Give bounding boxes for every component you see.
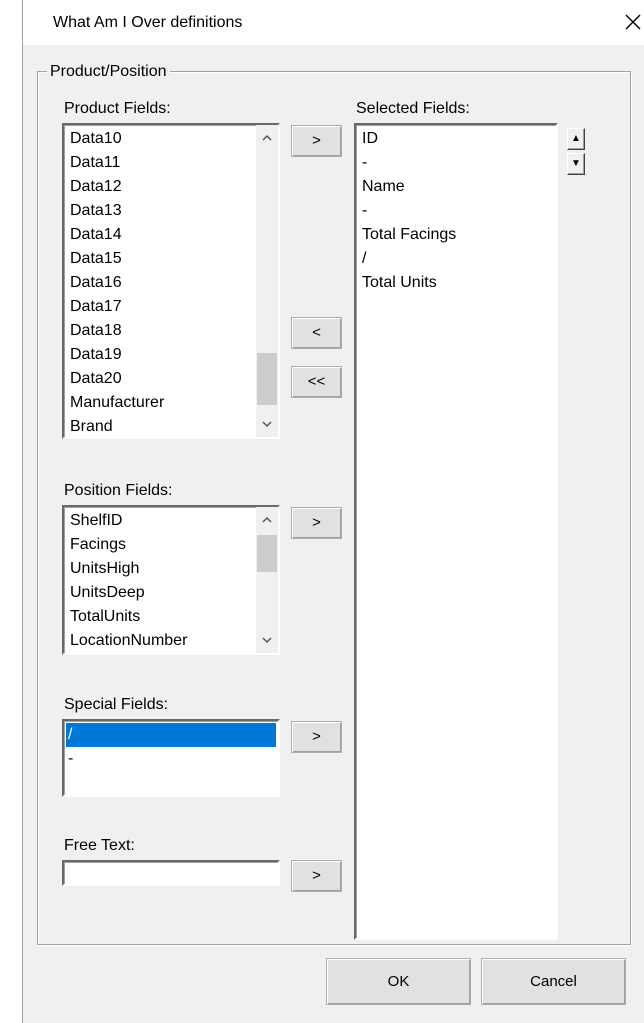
product-field-item[interactable]: Data12 xyxy=(68,175,254,199)
product-field-item[interactable]: Data18 xyxy=(68,319,254,343)
window-left-edge xyxy=(22,0,23,1023)
product-field-item[interactable]: Data16 xyxy=(68,271,254,295)
position-field-item[interactable]: UnitsHigh xyxy=(68,557,254,581)
position-fields-scroll-thumb[interactable] xyxy=(257,535,277,572)
selected-field-item[interactable]: / xyxy=(360,247,552,271)
position-field-item[interactable]: UnitsDeep xyxy=(68,581,254,605)
position-fields-label: Position Fields: xyxy=(64,482,173,499)
special-fields-list[interactable]: / - xyxy=(62,719,280,797)
product-fields-scrollbar[interactable] xyxy=(256,125,278,437)
product-field-item[interactable]: Data19 xyxy=(68,343,254,367)
window-title: What Am I Over definitions xyxy=(53,14,243,31)
product-fields-list[interactable]: Data10 Data11 Data12 Data13 Data14 Data15 Data… xyxy=(62,123,280,439)
cancel-button[interactable]: Cancel xyxy=(481,958,626,1005)
special-fields-label: Special Fields: xyxy=(64,696,169,713)
position-field-item[interactable]: ShelfID xyxy=(68,509,254,533)
remove-all-fields-button[interactable]: << xyxy=(291,366,342,398)
position-field-item[interactable]: TotalUnits xyxy=(68,605,254,629)
ok-button[interactable]: OK xyxy=(326,958,471,1005)
product-field-item[interactable]: Brand xyxy=(68,415,254,437)
triangle-up-icon: ▲ xyxy=(571,133,581,144)
chevron-down-icon[interactable] xyxy=(256,413,278,435)
selected-field-item[interactable]: Name xyxy=(360,175,552,199)
special-field-item[interactable]: / xyxy=(66,723,276,747)
free-text-input[interactable] xyxy=(62,860,280,886)
close-button[interactable] xyxy=(621,10,644,34)
selected-field-item[interactable]: - xyxy=(360,199,552,223)
product-field-item[interactable]: Manufacturer xyxy=(68,391,254,415)
position-field-item[interactable]: LocationNumber xyxy=(68,629,254,653)
move-up-button[interactable]: ▲ xyxy=(567,128,585,150)
product-field-item[interactable]: Data20 xyxy=(68,367,254,391)
chevron-down-icon[interactable] xyxy=(256,629,278,651)
selected-fields-list[interactable]: ID - Name - Total Facings / Total Units xyxy=(354,123,558,940)
selected-field-item[interactable]: Total Facings xyxy=(360,223,552,247)
position-fields-scrollbar[interactable] xyxy=(256,507,278,653)
product-field-item[interactable]: Data10 xyxy=(68,127,254,151)
position-field-item[interactable]: Facings xyxy=(68,533,254,557)
add-free-text-button[interactable]: > xyxy=(291,860,342,892)
selected-fields-label: Selected Fields: xyxy=(356,100,470,117)
selected-field-item[interactable]: ID xyxy=(360,127,552,151)
title-bar: What Am I Over definitions xyxy=(23,0,644,45)
product-fields-scroll-thumb[interactable] xyxy=(257,353,277,405)
window-left-border xyxy=(0,0,22,1023)
product-fields-label: Product Fields: xyxy=(64,100,171,117)
position-fields-list[interactable]: ShelfID Facings UnitsHigh UnitsDeep TotalUni… xyxy=(62,505,280,655)
product-field-item[interactable]: Data11 xyxy=(68,151,254,175)
remove-field-button[interactable]: < xyxy=(291,317,342,349)
add-special-field-button[interactable]: > xyxy=(291,721,342,753)
chevron-up-icon[interactable] xyxy=(256,127,278,149)
product-field-item[interactable]: Data13 xyxy=(68,199,254,223)
group-label: Product/Position xyxy=(47,63,170,81)
chevron-up-icon[interactable] xyxy=(256,509,278,531)
special-field-item[interactable]: - xyxy=(66,747,276,771)
selected-field-item[interactable]: - xyxy=(360,151,552,175)
free-text-label: Free Text: xyxy=(64,837,135,854)
selected-field-item[interactable]: Total Units xyxy=(360,271,552,295)
move-down-button[interactable]: ▼ xyxy=(567,153,585,175)
close-icon xyxy=(625,14,641,30)
product-field-item[interactable]: Data17 xyxy=(68,295,254,319)
add-position-field-button[interactable]: > xyxy=(291,507,342,539)
triangle-down-icon: ▼ xyxy=(571,158,581,169)
add-product-field-button[interactable]: > xyxy=(291,125,342,157)
product-field-item[interactable]: Data14 xyxy=(68,223,254,247)
product-field-item[interactable]: Data15 xyxy=(68,247,254,271)
